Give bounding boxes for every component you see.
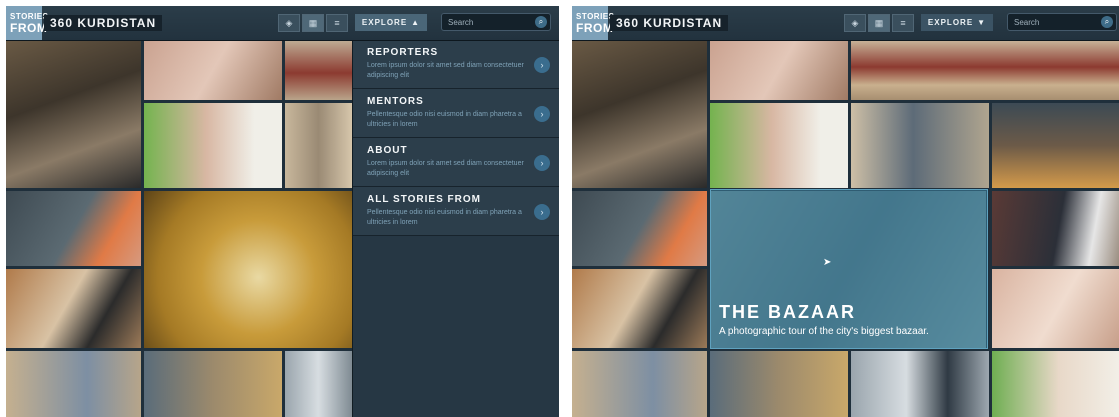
search-icon[interactable]: ⌕ <box>1101 16 1113 28</box>
logo-line2: FROM <box>576 20 614 35</box>
photo-vendor-shelves[interactable] <box>6 269 141 348</box>
logo[interactable]: STORIES FROM <box>6 6 49 40</box>
chevron-up-icon: ▲ <box>411 18 421 27</box>
explore-menu: REPORTERS Lorem ipsum dolor sit amet sed… <box>352 40 559 417</box>
logo[interactable]: STORIES FROM <box>572 6 615 40</box>
featured-story-subtitle: A photographic tour of the city's bigges… <box>719 326 929 337</box>
photo-man-plaid[interactable] <box>851 103 989 188</box>
photo-fabric-rolls[interactable] <box>285 103 352 188</box>
menu-item-about[interactable]: ABOUT Lorem ipsum dolor sit amet sed dia… <box>353 138 559 187</box>
photo-hands-closeup[interactable] <box>992 269 1119 348</box>
photo-hands[interactable] <box>710 40 848 100</box>
photo-bottom-3[interactable] <box>285 351 352 417</box>
chevron-right-icon[interactable]: › <box>534 204 550 220</box>
menu-item-title: REPORTERS <box>367 47 439 58</box>
menu-item-desc: Pellentesque odio nisi euismod in diam p… <box>367 111 522 128</box>
search-box: ⌕ <box>1007 13 1117 31</box>
map-view-icon[interactable]: ◈ <box>844 14 866 32</box>
photo-woman-headscarf[interactable] <box>710 103 848 188</box>
site-title[interactable]: 360 KURDISTAN <box>44 15 163 31</box>
photo-woman-headscarf[interactable] <box>144 103 282 188</box>
explore-label: EXPLORE <box>927 18 974 27</box>
photo-rug[interactable] <box>285 40 352 100</box>
photo-woman-pink[interactable] <box>572 191 707 266</box>
photo-old-man[interactable] <box>6 40 141 188</box>
view-switcher: ◈ ▦ ≡ <box>278 14 348 32</box>
view-switcher: ◈ ▦ ≡ <box>844 14 914 32</box>
photo-rug[interactable] <box>851 40 1119 100</box>
menu-item-desc: Lorem ipsum dolor sit amet sed diam cons… <box>367 160 524 177</box>
explore-label: EXPLORE <box>361 18 408 27</box>
menu-item-title: MENTORS <box>367 96 424 107</box>
site-title[interactable]: 360 KURDISTAN <box>610 15 729 31</box>
photo-vendor-shelves[interactable] <box>572 269 707 348</box>
photo-two-people[interactable] <box>992 191 1119 266</box>
screen-featured-story: STORIES FROM 360 KURDISTAN ◈ ▦ ≡ EXPLORE… <box>572 6 1119 417</box>
search-input[interactable] <box>1008 14 1108 30</box>
photo-hands[interactable] <box>144 40 282 100</box>
chevron-right-icon[interactable]: › <box>534 57 550 73</box>
screen-explore-open: STORIES FROM 360 KURDISTAN ◈ ▦ ≡ EXPLORE… <box>6 6 559 417</box>
chevron-down-icon: ▼ <box>977 18 987 27</box>
photo-old-man[interactable] <box>572 40 707 188</box>
photo-bottom-4[interactable] <box>992 351 1119 417</box>
search-box: ⌕ <box>441 13 551 31</box>
photo-bottom-2[interactable] <box>144 351 282 417</box>
grid-view-icon[interactable]: ▦ <box>302 14 324 32</box>
list-view-icon[interactable]: ≡ <box>326 14 348 32</box>
photo-bottom-2[interactable] <box>710 351 848 417</box>
menu-item-title: ABOUT <box>367 145 408 156</box>
menu-item-desc: Pellentesque odio nisi euismod in diam p… <box>367 209 522 226</box>
cursor-icon: ➤ <box>823 257 832 268</box>
logo-line1: STORIES <box>10 11 49 21</box>
logo-line1: STORIES <box>576 11 615 21</box>
list-view-icon[interactable]: ≡ <box>892 14 914 32</box>
photo-bottom-3[interactable] <box>851 351 989 417</box>
photo-gold-shop[interactable] <box>144 191 352 348</box>
logo-line2: FROM <box>10 20 48 35</box>
search-input[interactable] <box>442 14 542 30</box>
menu-item-all-stories[interactable]: ALL STORIES FROM Pellentesque odio nisi … <box>353 187 559 236</box>
photo-grid: ➤ THE BAZAAR A photographic tour of the … <box>572 40 1119 417</box>
explore-button[interactable]: EXPLORE ▼ <box>921 14 993 31</box>
grid-view-icon[interactable]: ▦ <box>868 14 890 32</box>
search-icon[interactable]: ⌕ <box>535 16 547 28</box>
photo-food-stall[interactable] <box>992 103 1119 188</box>
photo-woman-pink[interactable] <box>6 191 141 266</box>
menu-item-title: ALL STORIES FROM <box>367 194 481 205</box>
chevron-right-icon[interactable]: › <box>534 106 550 122</box>
featured-story-card[interactable]: ➤ THE BAZAAR A photographic tour of the … <box>710 189 988 349</box>
top-bar: STORIES FROM 360 KURDISTAN ◈ ▦ ≡ EXPLORE… <box>572 6 1119 41</box>
top-bar: STORIES FROM 360 KURDISTAN ◈ ▦ ≡ EXPLORE… <box>6 6 559 41</box>
menu-item-desc: Lorem ipsum dolor sit amet sed diam cons… <box>367 62 524 79</box>
featured-story-title: THE BAZAAR <box>719 302 856 322</box>
chevron-right-icon[interactable]: › <box>534 155 550 171</box>
menu-item-reporters[interactable]: REPORTERS Lorem ipsum dolor sit amet sed… <box>353 40 559 89</box>
photo-bottom-1[interactable] <box>572 351 707 417</box>
explore-button[interactable]: EXPLORE ▲ <box>355 14 427 31</box>
menu-item-mentors[interactable]: MENTORS Pellentesque odio nisi euismod i… <box>353 89 559 138</box>
map-view-icon[interactable]: ◈ <box>278 14 300 32</box>
photo-bottom-1[interactable] <box>6 351 141 417</box>
